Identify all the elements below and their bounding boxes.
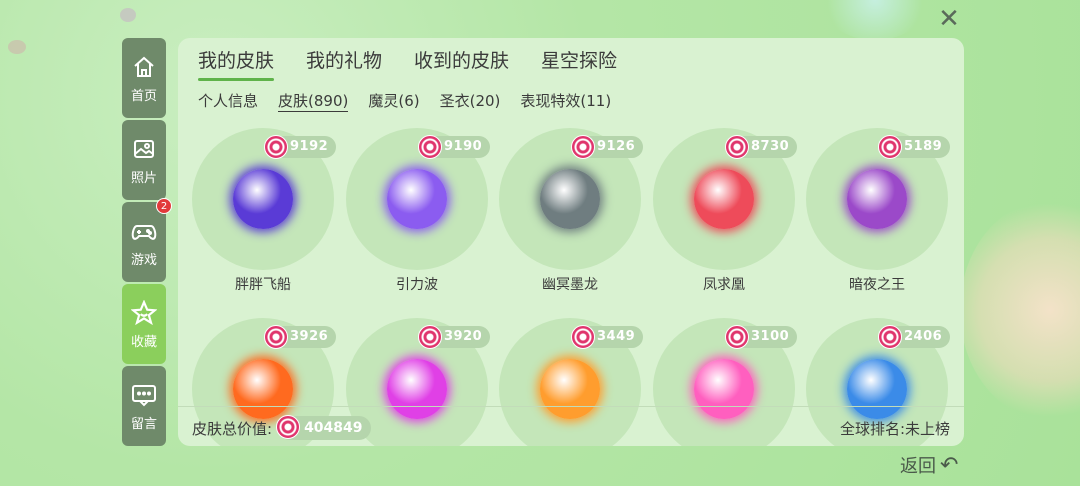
- total-value: 皮肤总价值: 404849: [192, 415, 371, 440]
- tab-received-skins[interactable]: 收到的皮肤: [414, 46, 509, 81]
- sidebar-item-label: 留言: [130, 416, 157, 432]
- coin-icon: [725, 325, 749, 349]
- coin-icon: [276, 415, 301, 439]
- skin-orb: [387, 359, 447, 419]
- coin-icon: [878, 325, 902, 349]
- skin-card[interactable]: 8730 凤求凰: [653, 128, 798, 293]
- skin-price-badge: 3449: [571, 325, 644, 349]
- subtab-effects[interactable]: 表现特效(11): [520, 90, 611, 112]
- message-icon: [130, 381, 158, 409]
- skin-orb: [387, 169, 447, 229]
- sidebar-item-messages[interactable]: 留言: [122, 366, 166, 446]
- coin-icon: [725, 135, 749, 159]
- skin-orb: [233, 359, 293, 419]
- skin-orb: [847, 169, 907, 229]
- sidebar-item-home[interactable]: 首页: [122, 38, 166, 118]
- tab-my-skins[interactable]: 我的皮肤: [198, 46, 275, 81]
- skin-card[interactable]: 9126 幽冥墨龙: [499, 128, 644, 293]
- coin-icon: [418, 135, 442, 159]
- gamepad-icon: [130, 217, 158, 245]
- skin-card[interactable]: 9190 引力波: [346, 128, 491, 293]
- skin-price-badge: 3926: [264, 325, 337, 349]
- skin-name: 幽冥墨龙: [542, 277, 598, 293]
- sidebar-item-label: 首页: [130, 88, 157, 104]
- coin-icon: [418, 325, 442, 349]
- sidebar: 首页 照片 2 游戏 收藏 留言: [122, 38, 172, 448]
- back-arrow-icon: ↶: [940, 452, 959, 478]
- photo-icon: [130, 135, 158, 163]
- tab-bar: 我的皮肤 我的礼物 收到的皮肤 星空探险: [198, 46, 649, 81]
- skin-name: 凤求凰: [703, 277, 745, 293]
- footer-divider: [178, 406, 964, 407]
- skin-card[interactable]: 9192 胖胖飞船: [192, 128, 337, 293]
- skin-orb: [233, 169, 293, 229]
- coin-icon: [264, 135, 288, 159]
- skin-price-badge: 9190: [418, 135, 491, 159]
- close-icon[interactable]: ✕: [936, 6, 962, 32]
- tab-star-exploration[interactable]: 星空探险: [541, 46, 617, 81]
- skin-orb: [540, 169, 600, 229]
- notification-badge: 2: [156, 198, 172, 214]
- coin-icon: [571, 325, 595, 349]
- subtab-profile[interactable]: 个人信息: [198, 90, 258, 112]
- sidebar-item-label: 收藏: [130, 334, 157, 350]
- skin-name: 暗夜之王: [849, 277, 905, 293]
- sidebar-item-favorites[interactable]: 收藏: [122, 284, 166, 364]
- total-value-badge: 404849: [276, 415, 371, 440]
- skin-price-badge: 5189: [878, 135, 951, 159]
- skin-orb: [540, 359, 600, 419]
- back-button[interactable]: 返回 ↶: [900, 452, 958, 478]
- panel-footer: 皮肤总价值: 404849 全球排名:未上榜: [192, 414, 950, 442]
- coin-icon: [878, 135, 902, 159]
- skins-panel: 我的皮肤 我的礼物 收到的皮肤 星空探险 个人信息 皮肤(890) 魔灵(6) …: [178, 38, 964, 446]
- subtab-armor[interactable]: 圣衣(20): [440, 90, 501, 112]
- sidebar-item-games[interactable]: 2 游戏: [122, 198, 172, 282]
- skin-price-badge: 2406: [878, 325, 951, 349]
- star-icon: [130, 299, 158, 327]
- global-rank: 全球排名:未上榜: [839, 419, 950, 438]
- sidebar-item-label: 游戏: [130, 252, 157, 268]
- skin-name: 引力波: [396, 277, 438, 293]
- skin-price-badge: 9192: [264, 135, 337, 159]
- skin-card[interactable]: 5189 暗夜之王: [806, 128, 951, 293]
- tab-my-gifts[interactable]: 我的礼物: [306, 46, 382, 81]
- subtab-bar: 个人信息 皮肤(890) 魔灵(6) 圣衣(20) 表现特效(11): [198, 90, 631, 112]
- total-value-label: 皮肤总价值:: [192, 419, 273, 438]
- coin-icon: [264, 325, 288, 349]
- skin-price-badge: 3100: [725, 325, 798, 349]
- skin-name: 胖胖飞船: [235, 277, 291, 293]
- sidebar-item-label: 照片: [130, 170, 157, 186]
- back-label: 返回: [900, 456, 936, 477]
- coin-icon: [571, 135, 595, 159]
- skin-grid: 9192 胖胖飞船 9190 引力波 9126 幽冥墨龙 8730 凤求凰 51…: [192, 128, 962, 446]
- skin-price-badge: 3920: [418, 325, 491, 349]
- skin-orb: [694, 359, 754, 419]
- subtab-spirits[interactable]: 魔灵(6): [368, 90, 419, 112]
- sidebar-item-photos[interactable]: 照片: [122, 120, 166, 200]
- skin-price-badge: 8730: [725, 135, 798, 159]
- subtab-skins[interactable]: 皮肤(890): [278, 90, 349, 112]
- home-icon: [130, 53, 158, 81]
- skin-orb: [694, 169, 754, 229]
- skin-orb: [847, 359, 907, 419]
- skin-price-badge: 9126: [571, 135, 644, 159]
